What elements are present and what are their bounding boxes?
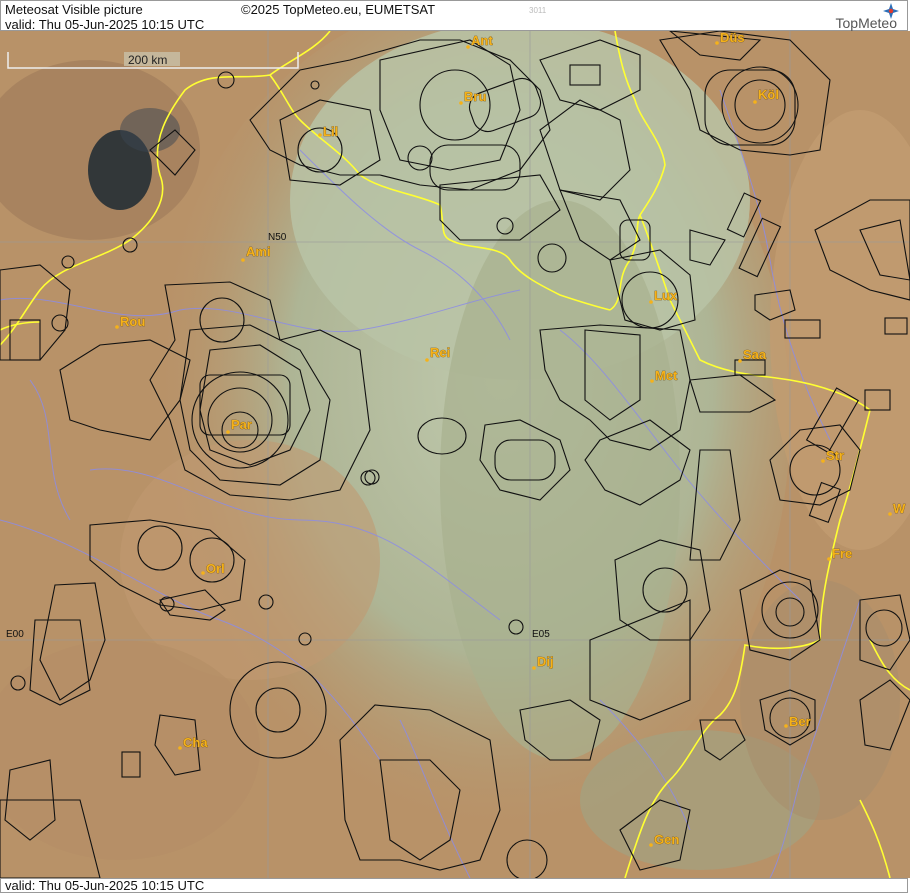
svg-text:Cha: Cha [183,735,208,750]
city-dus[interactable]: Düs [715,31,745,45]
svg-text:Ami: Ami [246,244,271,259]
city-ber[interactable]: Ber [784,714,811,729]
svg-text:Köl: Köl [758,87,779,102]
svg-text:Orl: Orl [206,561,225,576]
svg-text:Düs: Düs [720,31,745,45]
copyright-text: ©2025 TopMeteo.eu, EUMETSAT [241,2,436,17]
city-ant[interactable]: Ant [466,33,494,49]
map-frame: Meteosat Visible picture valid: Thu 05-J… [0,0,910,893]
terrain-layer [0,31,910,878]
footer-bar: valid: Thu 05-Jun-2025 10:15 UTC [0,878,908,893]
svg-text:W: W [893,501,906,516]
svg-text:Ant: Ant [471,33,493,48]
svg-text:Gen: Gen [654,832,679,847]
satellite-map[interactable]: 200 km N50 E00 E05 Ant Düs Bru Köl Lil A… [0,31,910,878]
city-met[interactable]: Met [650,368,678,383]
svg-text:Saa: Saa [743,347,767,362]
svg-text:Lil: Lil [323,124,338,139]
image-code: 3011 [529,6,547,15]
svg-text:Bru: Bru [464,89,486,104]
svg-text:Par: Par [231,417,252,432]
city-par[interactable]: Par [226,417,252,434]
scale-label: 200 km [128,53,167,67]
svg-text:Rei: Rei [430,345,450,360]
lon-label-e05: E05 [532,629,550,640]
svg-text:Met: Met [655,368,678,383]
lon-label-e00: E00 [6,629,24,640]
svg-text:Fre: Fre [832,546,852,561]
svg-text:Rou: Rou [120,314,145,329]
topmeteo-logo: TopMeteo [835,15,897,31]
valid-time: valid: Thu 05-Jun-2025 10:15 UTC [5,17,205,32]
city-saa[interactable]: Saa [738,347,767,363]
svg-text:Lux: Lux [654,288,678,303]
city-bru[interactable]: Bru [459,89,487,105]
svg-text:Str: Str [826,448,844,463]
city-gen[interactable]: Gen [649,832,680,847]
footer-valid-time: valid: Thu 05-Jun-2025 10:15 UTC [5,878,205,893]
city-rou[interactable]: Rou [115,314,146,329]
svg-text:Dij: Dij [537,654,554,669]
city-lux[interactable]: Lux [649,288,678,304]
city-kol[interactable]: Köl [753,87,779,104]
header-bar: Meteosat Visible picture valid: Thu 05-J… [0,0,908,32]
lat-label-n50: N50 [268,232,287,243]
map-title: Meteosat Visible picture [5,2,143,17]
svg-text:Ber: Ber [789,714,811,729]
city-cha[interactable]: Cha [178,735,209,750]
